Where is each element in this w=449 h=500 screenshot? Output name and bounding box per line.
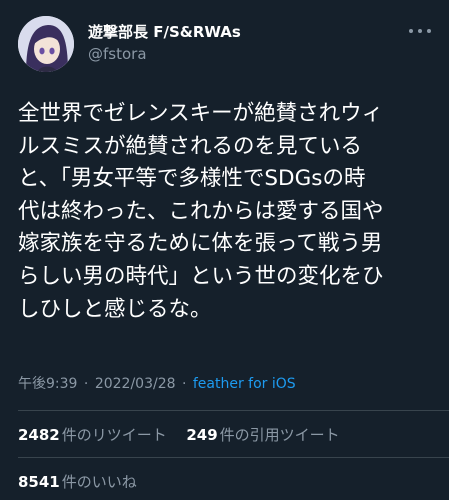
tweet-text-line: らしい男の時代」という世の変化をひ: [18, 263, 384, 289]
author-block: 遊撃部長 F/S&RWAs @fstora: [88, 22, 241, 64]
meta-separator: ·: [83, 376, 89, 392]
tweet-text-line: 嫁家族を守るために体を張って戦う男: [18, 231, 383, 257]
divider: [18, 410, 449, 411]
tweet-text-line: ルスミスが絶賛されるのを見ている: [18, 133, 363, 159]
display-name[interactable]: 遊撃部長 F/S&RWAs: [88, 22, 241, 42]
source-app-link[interactable]: feather for iOS: [193, 376, 296, 392]
avatar[interactable]: [18, 16, 74, 72]
quote-count: 249: [186, 426, 218, 444]
tweet-text: 全世界でゼレンスキーが絶賛されウィ ルスミスが絶賛されるのを見ている と、「男女…: [18, 98, 433, 326]
tweet-text-line: 全世界でゼレンスキーが絶賛されウィ: [18, 101, 384, 126]
like-label: 件のいいね: [61, 473, 137, 491]
more-options-icon[interactable]: [409, 24, 431, 38]
tweet-meta: 午後9:39 · 2022/03/28 · feather for iOS: [18, 374, 296, 394]
retweet-count-link[interactable]: 2482 件のリツイート: [18, 426, 167, 444]
retweet-label: 件のリツイート: [61, 426, 167, 444]
share-stats: 2482 件のリツイート 249 件の引用ツイート: [18, 425, 340, 445]
tweet-time[interactable]: 午後9:39: [18, 376, 77, 392]
like-count: 8541: [18, 473, 60, 491]
divider: [18, 457, 449, 458]
tweet-detail: 遊撃部長 F/S&RWAs @fstora 全世界でゼレンスキーが絶賛されウィ …: [0, 0, 449, 500]
tweet-text-line: しひしと感じるな。: [18, 296, 212, 322]
tweet-text-line: 代は終わった、これからは愛する国や: [18, 198, 384, 224]
user-handle[interactable]: @fstora: [88, 44, 241, 64]
like-stats: 8541 件のいいね: [18, 472, 137, 492]
tweet-date[interactable]: 2022/03/28: [95, 376, 176, 392]
retweet-count: 2482: [18, 426, 60, 444]
quote-label: 件の引用ツイート: [219, 426, 340, 444]
tweet-text-line: と、「男女平等で多様性でSDGsの時: [18, 166, 366, 192]
quote-count-link[interactable]: 249 件の引用ツイート: [186, 426, 339, 444]
meta-separator: ·: [181, 376, 187, 392]
like-count-link[interactable]: 8541 件のいいね: [18, 473, 137, 491]
